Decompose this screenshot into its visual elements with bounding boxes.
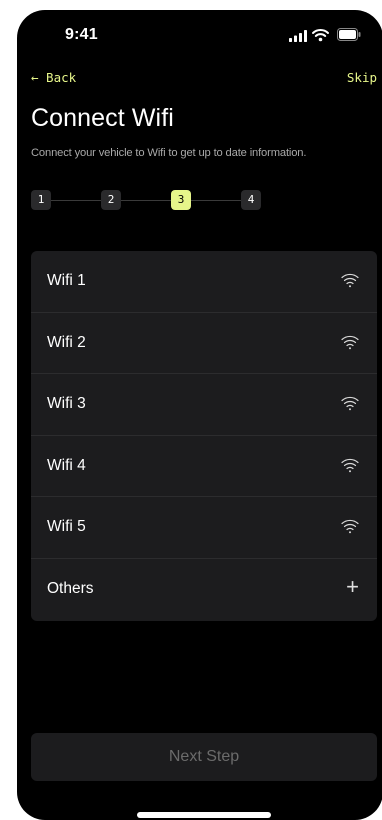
status-bar: 9:41 [17,10,382,58]
network-name: Wifi 2 [47,333,86,351]
step-indicator: 1 2 3 4 [31,190,271,212]
network-name: Others [47,579,94,597]
step-1: 1 [31,190,51,210]
wifi-icon [341,335,359,349]
network-name: Wifi 3 [47,395,86,412]
status-time: 9:41 [65,26,98,43]
step-connector [51,200,101,201]
top-nav: ← Back Skip [17,70,382,90]
step-4: 4 [241,190,261,210]
wifi-icon [341,273,359,288]
network-name: Wifi 1 [47,272,86,289]
home-indicator [137,812,271,818]
network-row-others[interactable]: Others + [31,559,377,621]
wifi-icon [312,29,329,42]
back-button[interactable]: ← Back [31,70,76,85]
wifi-network-list: Wifi 1 Wifi 2 Wifi 3 Wifi 4 Wifi 5 Other… [31,251,377,621]
network-name: Wifi 5 [47,518,86,535]
network-row-wifi-5[interactable]: Wifi 5 [31,497,377,559]
network-name: Wifi 4 [47,456,86,474]
page-title: Connect Wifi [31,104,174,132]
plus-icon: + [346,573,359,599]
phone-screen: 9:41 ← Back Skip Connect Wifi Connect yo… [17,10,382,820]
step-2: 2 [101,190,121,210]
next-step-button[interactable]: Next Step [31,733,377,781]
wifi-icon [341,396,359,411]
skip-button[interactable]: Skip [347,70,377,85]
wifi-icon [341,458,359,472]
network-row-wifi-2[interactable]: Wifi 2 [31,313,377,374]
page-subtitle: Connect your vehicle to Wifi to get up t… [31,147,307,159]
network-row-wifi-1[interactable]: Wifi 1 [31,251,377,313]
step-connector [191,200,241,201]
wifi-icon [341,519,359,534]
signal-bars-icon [289,30,307,42]
battery-icon [337,28,361,41]
step-connector [121,200,171,201]
network-row-wifi-4[interactable]: Wifi 4 [31,436,377,497]
network-row-wifi-3[interactable]: Wifi 3 [31,374,377,436]
step-3-current: 3 [171,190,191,210]
